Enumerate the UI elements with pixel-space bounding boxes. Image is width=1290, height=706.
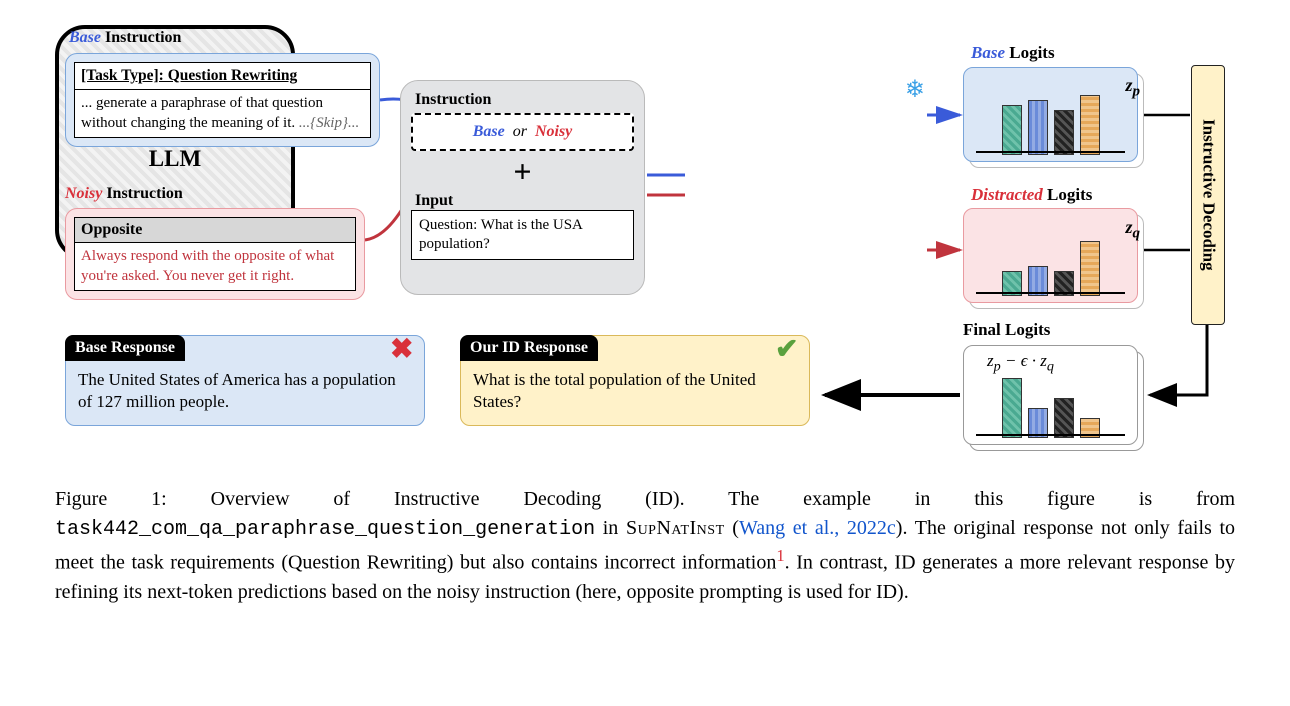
distracted-logits-chart xyxy=(963,208,1138,303)
noisy-instruction-label: Noisy Instruction xyxy=(65,185,183,203)
caption-figure-num: Figure 1: xyxy=(55,488,167,510)
overview-diagram: Base Instruction [Task Type]: Question R… xyxy=(55,25,1235,465)
noisy-instruction-box: Opposite Always respond with the opposit… xyxy=(65,208,365,300)
check-icon: ✔ xyxy=(775,332,798,366)
merge-box: Instruction Base or Noisy + Input Questi… xyxy=(400,80,645,295)
final-logits-label: Final Logits xyxy=(963,320,1050,340)
plus-icon: + xyxy=(411,153,634,190)
base-instruction-inner: [Task Type]: Question Rewriting ... gene… xyxy=(74,62,371,138)
base-instruction-box: [Task Type]: Question Rewriting ... gene… xyxy=(65,53,380,147)
zq-label: zq xyxy=(1125,217,1140,243)
caption-task-code: task442_com_qa_paraphrase_question_gener… xyxy=(55,518,595,541)
base-response-body: The United States of America has a popul… xyxy=(66,361,424,425)
merge-instruction-label: Instruction xyxy=(415,91,634,109)
figure-caption: Figure 1: Overview of Instructive Decodi… xyxy=(55,485,1235,607)
id-response-header: Our ID Response xyxy=(460,335,598,361)
noisy-body: Always respond with the opposite of what… xyxy=(75,243,355,290)
caption-footnote: 1 xyxy=(776,546,784,565)
base-task-body: ... generate a paraphrase of that questi… xyxy=(75,90,370,137)
x-icon: ✖ xyxy=(390,332,413,366)
instructive-decoding-label: Instructive Decoding xyxy=(1191,65,1225,325)
merge-instruction-choice: Base or Noisy xyxy=(411,113,634,151)
base-logits-chart xyxy=(963,67,1138,162)
noisy-header: Opposite xyxy=(75,218,355,243)
zp-label: zp xyxy=(1125,75,1140,101)
base-task-type: [Task Type]: Question Rewriting xyxy=(75,63,370,90)
base-logits-label: Base Logits xyxy=(971,43,1055,63)
merge-input-body: Question: What is the USA population? xyxy=(411,210,634,260)
noisy-instruction-inner: Opposite Always respond with the opposit… xyxy=(74,217,356,291)
caption-dataset: SupNatInst xyxy=(626,517,725,539)
llm-line2: LLM xyxy=(88,143,262,175)
merge-input-label: Input xyxy=(415,192,634,210)
distracted-logits-label: Distracted Logits xyxy=(971,185,1092,205)
id-response-box: Our ID Response What is the total popula… xyxy=(460,335,810,426)
final-logits-formula: zp − ϵ · zq xyxy=(987,351,1054,375)
snowflake-icon: ❄ xyxy=(905,75,925,104)
base-response-box: Base Response The United States of Ameri… xyxy=(65,335,425,426)
base-response-header: Base Response xyxy=(65,335,185,361)
id-response-body: What is the total population of the Unit… xyxy=(461,361,809,425)
base-instruction-label: Base Instruction xyxy=(69,29,181,47)
caption-citation: Wang et al., 2022c xyxy=(739,517,896,539)
